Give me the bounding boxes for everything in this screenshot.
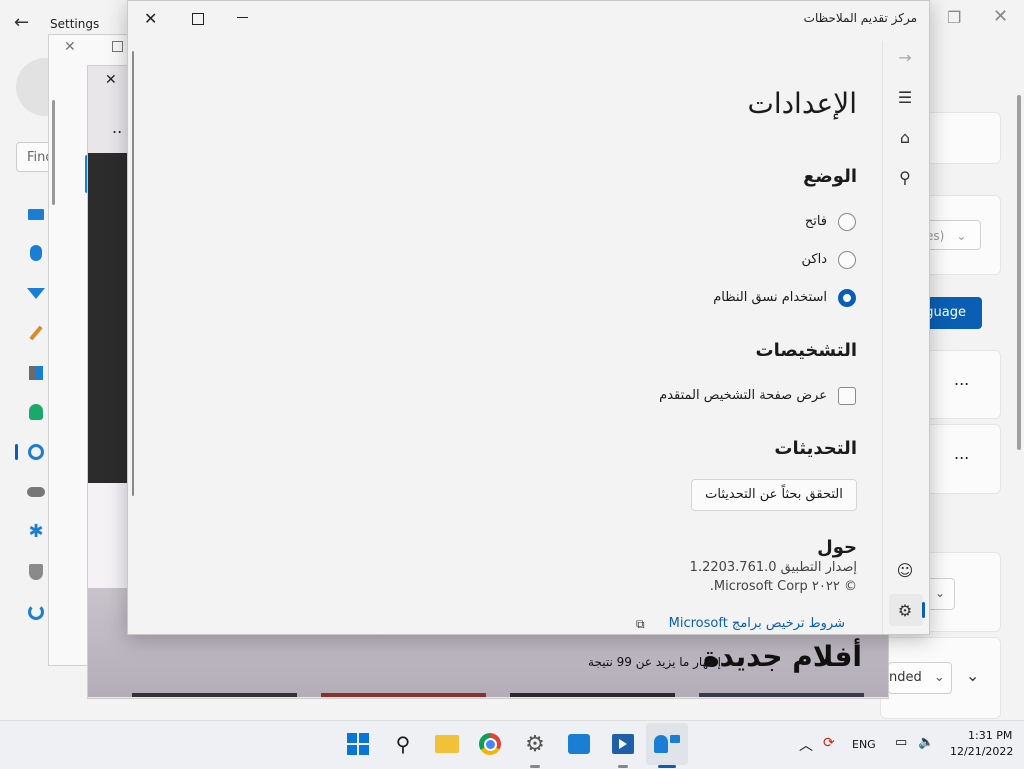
radio-system-theme-label: استخدام نسق النظام [713,290,827,305]
forward-arrow-icon[interactable]: → [893,45,917,69]
more-options-icon[interactable]: ... [954,370,969,389]
dropdown-value: nded [889,670,922,685]
chevron-down-icon: ⌄ [956,229,967,243]
chevron-down-icon: ⌄ [933,670,945,685]
movie-thumbnail[interactable] [321,693,486,697]
restore-icon[interactable]: ❐ [947,8,961,27]
mouse-cursor-icon: ➤ [705,652,719,671]
start-windows-icon[interactable] [345,731,371,757]
file-explorer-icon[interactable] [434,731,460,757]
updates-heading: التحديثات [774,438,857,459]
scrollbar[interactable] [132,51,134,496]
mode-heading: الوضع [803,166,857,187]
gear-icon[interactable]: ⚙ [893,598,917,622]
maximize-icon[interactable] [112,41,123,52]
advanced-diagnostics-checkbox[interactable] [838,387,856,405]
nav-divider [882,41,883,634]
movie-thumbnail[interactable] [699,693,864,697]
scrollbar[interactable] [52,100,55,205]
expand-icon[interactable]: ⌄ [966,666,979,685]
settings-title: Settings [50,17,100,31]
poster-gap [88,483,130,588]
time-language-icon[interactable] [26,442,46,462]
personalization-icon[interactable] [26,323,46,343]
back-arrow-icon[interactable]: ← [14,12,29,33]
radio-light-label: فاتح [804,214,827,229]
movie-thumbnail[interactable] [132,693,297,697]
store-icon[interactable] [566,731,592,757]
movies-results-count: إظهار ما يزيد عن 99 نتيجة [588,655,721,669]
close-icon[interactable]: ✕ [64,39,76,55]
clock-time[interactable]: 1:31 PM [968,729,1012,742]
movies-tv-icon[interactable] [610,731,636,757]
radio-light[interactable] [838,213,856,231]
diagnostics-heading: التشخيصات [755,340,858,361]
privacy-shield-icon[interactable] [26,562,46,582]
radio-system-theme[interactable] [838,289,856,307]
maximize-icon[interactable] [192,13,204,25]
volume-icon[interactable]: 🔈 [918,735,934,750]
radio-dark-label: داكن [801,252,828,267]
accessibility-icon[interactable]: ✱ [26,522,46,542]
about-heading: حول [817,537,857,558]
page-title: الإعدادات [747,87,857,120]
search-icon[interactable]: ⚲ [390,731,416,757]
radio-dark[interactable] [838,251,856,269]
movies-heading: أفلام جديدة [702,640,862,673]
system-icon[interactable] [26,204,46,224]
dropdown[interactable]: nded ⌄ [888,662,952,694]
more-options-icon[interactable]: ... [954,444,969,463]
input-language[interactable]: ENG [852,738,876,751]
movie-thumbnail[interactable] [510,693,675,697]
apps-icon[interactable] [26,363,46,383]
close-icon[interactable]: ✕ [105,72,117,88]
minimize-icon[interactable] [237,17,248,19]
copyright: © ٢٠٢٢ Microsoft Corp. [709,579,857,594]
more-icon[interactable]: .. [112,118,122,137]
chrome-icon[interactable] [477,731,503,757]
accounts-icon[interactable] [26,402,46,422]
window-title: مركز تقديم الملاحظات [803,11,917,25]
close-icon[interactable]: ✕ [144,9,157,28]
chevron-up-icon[interactable]: ︿ [799,735,813,755]
settings-gear-icon[interactable]: ⚙ [522,731,548,757]
clock-date[interactable]: 12/21/2022 [950,745,1013,758]
app-version: إصدار التطبيق 1.2203.761.0 [689,560,857,575]
advanced-diagnostics-label: عرض صفحة التشخيص المتقدم [659,388,827,403]
feedback-hub-icon[interactable] [654,731,680,757]
close-icon[interactable]: ✕ [993,6,1008,27]
windows-update-icon[interactable] [26,602,46,622]
network-icon[interactable]: ▭ [895,735,907,750]
add-user-icon[interactable]: ☺ [893,558,917,582]
gaming-icon[interactable] [26,482,46,502]
nav-selection-indicator [922,602,925,618]
external-link-icon: ⧉ [636,617,645,631]
sidebar-selection-indicator [15,444,18,460]
license-terms-link[interactable]: شروط ترخيص برامج Microsoft [669,616,845,631]
feedback-icon[interactable]: ⚲ [893,165,917,189]
home-icon[interactable]: ⌂ [893,125,917,149]
feedback-hub-window: مركز تقديم الملاحظات ✕ → ☰ ⌂ ⚲ ☺ ⚙ الإعد… [127,0,930,635]
sync-icon[interactable]: ⟳ [823,735,835,751]
scrollbar[interactable] [1017,95,1021,450]
hamburger-menu-icon[interactable]: ☰ [893,85,917,109]
bluetooth-icon[interactable] [26,243,46,263]
wifi-icon[interactable] [26,283,46,303]
check-updates-button[interactable]: التحقق بحثاً عن التحديثات [691,479,857,511]
movie-poster[interactable] [88,153,130,483]
